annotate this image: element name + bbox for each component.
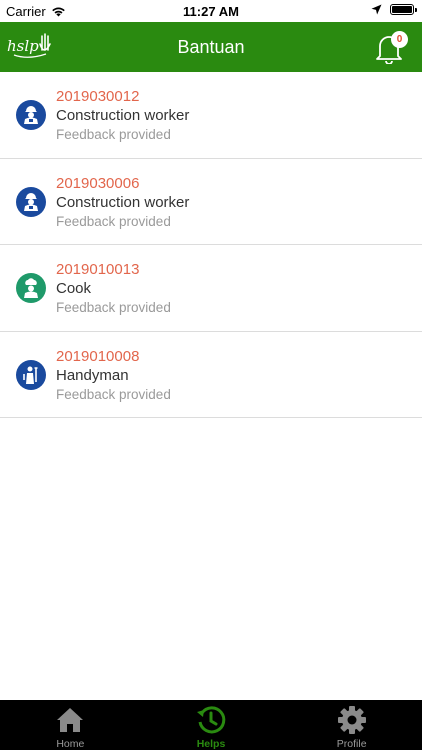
request-job: Construction worker bbox=[56, 193, 190, 211]
request-job: Cook bbox=[56, 280, 92, 297]
status-icons bbox=[371, 4, 417, 15]
list-item[interactable]: 2019010013 Cook Feedback provided bbox=[0, 245, 422, 332]
home-icon bbox=[57, 708, 84, 732]
tab-bar: Home Helps Profile bbox=[0, 700, 422, 750]
page-title: Bantuan bbox=[177, 37, 245, 57]
request-status: Feedback provided bbox=[56, 300, 171, 315]
tab-home[interactable]: Home bbox=[0, 700, 141, 750]
tab-helps[interactable]: Helps bbox=[141, 700, 282, 750]
list-item[interactable]: 2019010008 Handyman Feedback provided bbox=[0, 332, 422, 418]
tab-profile[interactable]: Profile bbox=[281, 700, 422, 750]
battery-icon bbox=[390, 4, 417, 15]
location-arrow-icon bbox=[371, 4, 382, 15]
tab-label: Profile bbox=[336, 738, 367, 750]
cook-icon bbox=[16, 273, 46, 303]
list-item[interactable]: 2019030012 Construction worker Feedback … bbox=[0, 72, 422, 159]
tab-label: Home bbox=[56, 738, 85, 750]
list-item[interactable]: 2019030006 Construction worker Feedback … bbox=[0, 159, 422, 245]
handyman-icon bbox=[16, 359, 46, 390]
tab-label: Helps bbox=[196, 738, 226, 750]
gear-icon bbox=[337, 706, 366, 734]
construction-worker-icon bbox=[16, 100, 46, 130]
request-id: 2019010008 bbox=[56, 347, 140, 365]
request-job: Handyman bbox=[56, 366, 129, 384]
request-status: Feedback provided bbox=[56, 127, 171, 142]
request-id: 2019010013 bbox=[56, 261, 140, 278]
request-status: Feedback provided bbox=[56, 386, 171, 402]
status-bar: Carrier 11:27 AM bbox=[0, 0, 422, 22]
request-status: Feedback provided bbox=[56, 213, 171, 229]
request-id: 2019030012 bbox=[56, 88, 140, 105]
help-request-list: 2019030012 Construction worker Feedback … bbox=[0, 72, 422, 418]
notification-badge: 0 bbox=[391, 31, 408, 48]
request-job: Construction worker bbox=[56, 107, 190, 124]
history-icon bbox=[197, 706, 226, 734]
clock: 11:27 AM bbox=[183, 4, 239, 19]
nav-bar: hslp Bantuan 0 bbox=[0, 22, 422, 72]
construction-worker-icon bbox=[16, 186, 46, 217]
request-id: 2019030006 bbox=[56, 174, 140, 192]
